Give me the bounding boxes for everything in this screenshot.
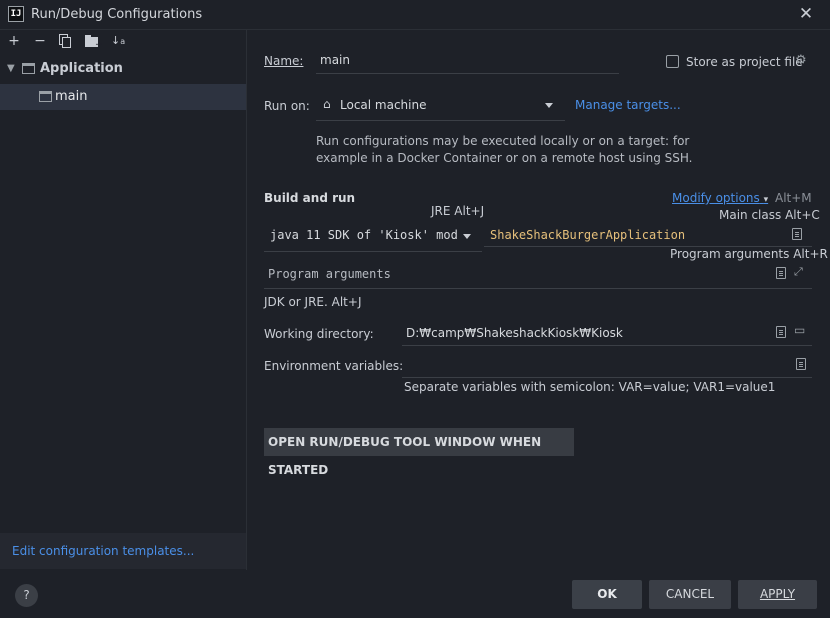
chevron-down-icon (463, 234, 471, 239)
open-tool-window-option[interactable]: OPEN RUN/DEBUG TOOL WINDOW WHEN STARTED (264, 428, 574, 477)
jdk-or-jre-hint: JDK or JRE. Alt+J (264, 295, 362, 309)
chevron-down-icon: ▼ (7, 63, 15, 74)
sort-icon[interactable]: ↓a (111, 33, 127, 49)
copy-icon[interactable] (59, 34, 72, 48)
run-on-hint-line2: example in a Docker Container or on a re… (316, 151, 693, 165)
environment-variables-hint: Separate variables with semicolon: VAR=v… (404, 380, 776, 394)
gear-icon[interactable]: ⚙ (795, 53, 807, 68)
working-directory-label: Working directory: (264, 327, 374, 341)
intellij-app-icon: IJ (8, 6, 24, 22)
folder-open-icon[interactable]: ▭ (794, 323, 805, 337)
application-icon (39, 91, 52, 102)
program-arguments-field[interactable]: Program arguments ⤢ (264, 262, 812, 289)
modify-options-shortcut: Alt+M (775, 191, 812, 205)
edit-configuration-templates-link[interactable]: Edit configuration templates... (12, 544, 194, 558)
chevron-down-icon (545, 103, 553, 108)
name-value: main (320, 53, 350, 67)
edit-templates-area: Edit configuration templates... (0, 533, 246, 569)
jdk-value: java 11 SDK of 'Kiosk' modu (270, 228, 458, 242)
run-on-label: Run on: (264, 99, 310, 113)
run-on-value: Local machine (340, 98, 427, 112)
environment-variables-label: Environment variables: (264, 359, 404, 373)
tree-item-main[interactable]: main (0, 84, 246, 110)
application-icon (22, 63, 35, 74)
home-icon: ⌂ (323, 97, 331, 111)
apply-button[interactable]: APPLY (738, 580, 817, 609)
cancel-button[interactable]: CANCEL (649, 580, 731, 609)
store-as-project-file-checkbox[interactable] (666, 55, 679, 68)
program-arguments-placeholder: Program arguments (268, 267, 391, 281)
window-title: Run/Debug Configurations (31, 7, 203, 22)
main-class-field[interactable]: ShakeShackBurgerApplication (484, 222, 812, 247)
tree-group-label: Application (40, 61, 123, 76)
run-on-hint-line1: Run configurations may be executed local… (316, 134, 690, 148)
main-class-value: ShakeShackBurgerApplication (490, 228, 686, 242)
name-field[interactable]: main (316, 47, 619, 74)
close-icon[interactable]: ✕ (796, 4, 816, 24)
folder-icon[interactable]: + (85, 35, 103, 50)
modify-options-link[interactable]: Modify options ▾ (672, 191, 768, 205)
program-arguments-hint: Program arguments Alt+R (670, 247, 828, 261)
name-label: Name: (264, 54, 304, 68)
insert-macro-icon[interactable] (776, 267, 786, 279)
help-button[interactable]: ? (15, 584, 38, 607)
add-icon[interactable]: + (6, 33, 22, 49)
working-directory-value: D:₩camp₩ShakeshackKiosk₩Kiosk (406, 326, 623, 340)
run-on-select[interactable]: ⌂ Local machine (316, 91, 565, 121)
build-and-run-title: Build and run (264, 191, 356, 205)
chevron-down-icon: ▾ (763, 195, 769, 205)
ok-button[interactable]: OK (572, 580, 642, 609)
edit-env-icon[interactable] (796, 358, 806, 370)
expand-icon[interactable]: ⤢ (794, 265, 803, 279)
manage-targets-link[interactable]: Manage targets... (575, 98, 681, 112)
configurations-sidebar (0, 30, 247, 570)
working-directory-field[interactable]: D:₩camp₩ShakeshackKiosk₩Kiosk ▭ (402, 319, 812, 346)
store-as-project-file-label: Store as project file (686, 55, 803, 69)
remove-icon[interactable]: − (32, 33, 48, 49)
jdk-select[interactable]: java 11 SDK of 'Kiosk' modu (264, 222, 482, 252)
jre-hint: JRE Alt+J (431, 204, 485, 218)
environment-variables-field[interactable] (402, 351, 812, 378)
main-class-hint: Main class Alt+C (719, 208, 820, 222)
tree-item-label: main (55, 89, 88, 104)
tree-group-application[interactable]: ▼ Application (0, 56, 246, 82)
modify-options-label: Modify options (672, 191, 760, 205)
browse-icon[interactable] (792, 228, 802, 240)
insert-macro-icon[interactable] (776, 326, 786, 338)
